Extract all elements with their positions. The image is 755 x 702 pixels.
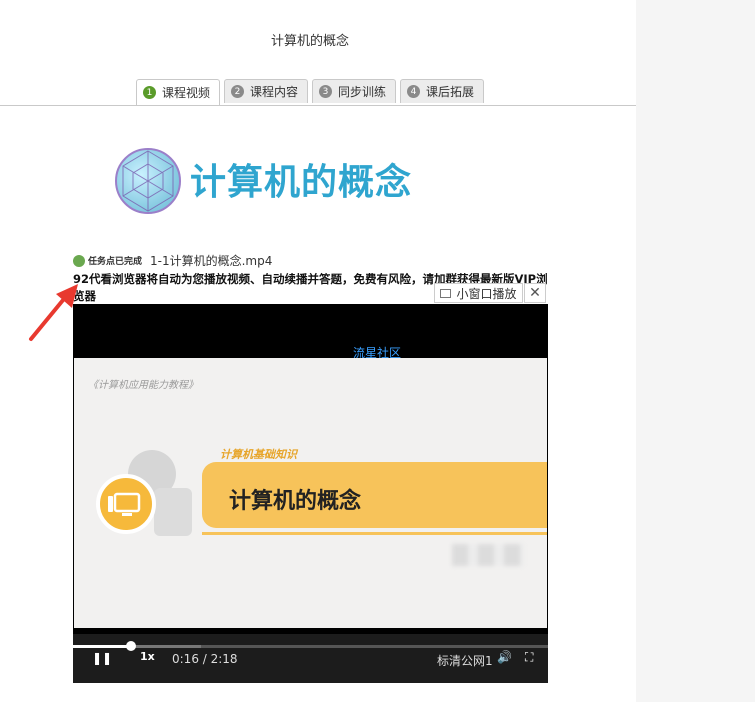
slide-caption: 《计算机应用能力教程》 bbox=[88, 380, 198, 391]
speed-button[interactable]: 1x bbox=[140, 650, 155, 663]
tab-number-icon: 3 bbox=[319, 85, 332, 98]
slide-underline bbox=[202, 532, 547, 535]
progress-knob[interactable] bbox=[125, 641, 136, 651]
progress-buffer bbox=[130, 645, 202, 648]
monitor-icon bbox=[108, 492, 141, 516]
task-status-label: 任务点已完成 bbox=[88, 257, 143, 267]
video-slide: 《计算机应用能力教程》 计算机基础知识 计算机的概念 bbox=[74, 358, 547, 628]
tab-label: 课程内容 bbox=[250, 85, 299, 99]
blurred-watermark bbox=[452, 544, 524, 566]
player-controls: ❚❚ 1x 0:16 / 2:18 标清公网1 🔊 ⛶ bbox=[73, 634, 548, 683]
video-file-name: 1-1计算机的概念.mp4 bbox=[150, 254, 273, 268]
slide-heading: 计算机的概念 bbox=[229, 489, 362, 514]
tab-course-video[interactable]: 1 课程视频 bbox=[136, 79, 220, 105]
document-graphic-icon bbox=[154, 488, 192, 536]
task-complete-icon bbox=[73, 254, 85, 267]
slide-subtitle: 计算机基础知识 bbox=[220, 448, 297, 461]
tab-sync-training[interactable]: 3 同步训练 bbox=[312, 79, 396, 103]
tab-course-content[interactable]: 2 课程内容 bbox=[224, 79, 308, 103]
tab-number-icon: 2 bbox=[231, 85, 244, 98]
video-player[interactable]: 流星社区 《计算机应用能力教程》 计算机基础知识 计算机的概念 ❚❚ 1x 0:… bbox=[73, 304, 548, 683]
right-side-panel bbox=[636, 0, 755, 702]
tab-bar: 1 课程视频 2 课程内容 3 同步训练 4 课后拓展 bbox=[0, 79, 636, 106]
tab-label: 同步训练 bbox=[338, 85, 387, 99]
progress-bar[interactable] bbox=[73, 641, 548, 651]
volume-icon[interactable]: 🔊 bbox=[497, 650, 512, 664]
mini-player-label: 小窗口播放 bbox=[456, 286, 517, 301]
page-title: 计算机的概念 bbox=[270, 34, 349, 49]
computer-graphic-icon bbox=[96, 474, 156, 534]
fullscreen-icon[interactable]: ⛶ bbox=[525, 650, 533, 665]
task-line: 任务点已完成 1-1计算机的概念.mp4 bbox=[73, 252, 272, 269]
tab-label: 课后拓展 bbox=[426, 85, 475, 99]
progress-fill bbox=[73, 645, 131, 648]
tab-number-icon: 1 bbox=[143, 86, 156, 99]
globe-icon bbox=[115, 148, 181, 214]
tab-after-class[interactable]: 4 课后拓展 bbox=[400, 79, 484, 103]
pause-icon[interactable]: ❚❚ bbox=[92, 651, 112, 665]
tab-number-icon: 4 bbox=[407, 85, 420, 98]
main-content: 计算机的概念 1 课程视频 2 课程内容 3 同步训练 4 课后拓展 计算机的概… bbox=[0, 0, 636, 702]
tab-label: 课程视频 bbox=[162, 86, 211, 100]
time-display: 0:16 / 2:18 bbox=[172, 652, 238, 666]
quality-button[interactable]: 标清公网1 bbox=[437, 652, 493, 669]
close-button[interactable]: ✕ bbox=[524, 283, 546, 303]
mini-player-button[interactable]: 小窗口播放 bbox=[434, 283, 523, 303]
banner-title: 计算机的概念 bbox=[190, 162, 413, 203]
tv-icon bbox=[440, 288, 452, 298]
